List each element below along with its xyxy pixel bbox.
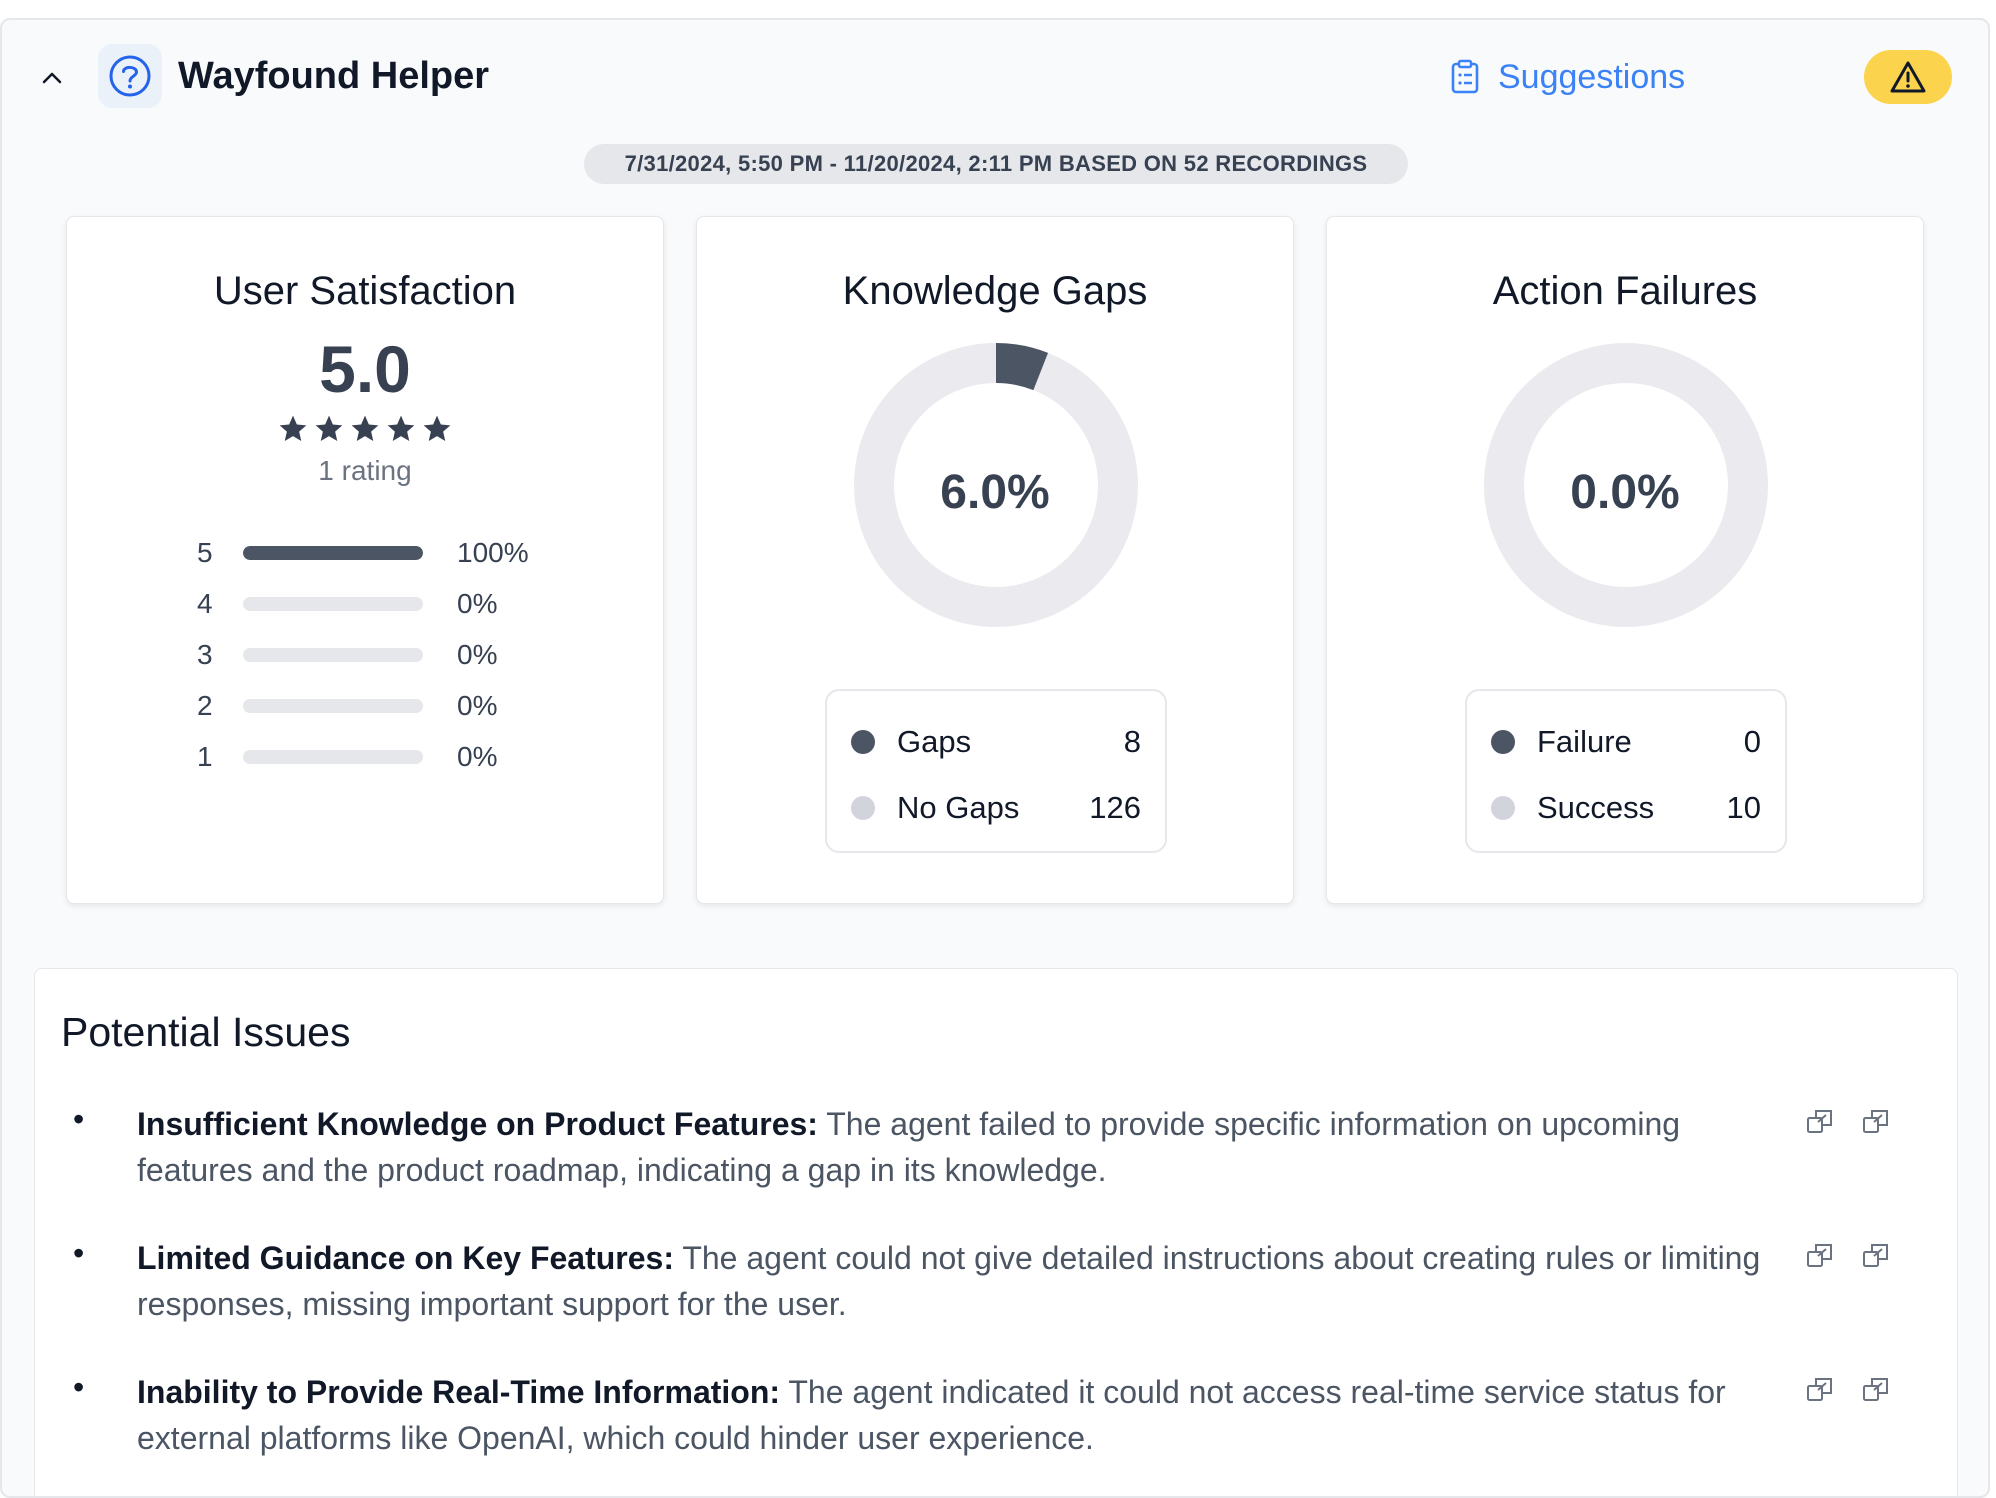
page-title: Wayfound Helper [178,55,490,97]
rating-percent: 0% [457,689,498,721]
suggestions-link[interactable]: Suggestions [1450,54,1685,100]
legend-label: Failure [1537,724,1632,759]
issue-heading: Insufficient Knowledge on Product Featur… [137,1106,818,1142]
legend-label: Success [1537,790,1655,825]
legend-label: Gaps [897,724,972,759]
legend-dot [1491,730,1515,754]
knowledge-gaps-legend: Gaps 8 No Gaps 126 [825,689,1167,853]
satisfaction-score: 5.0 [319,332,411,406]
rating-row: 3 0% [197,629,529,680]
legend-value: 0 [1743,724,1761,759]
star-icon [351,415,379,441]
legend-value: 126 [1089,790,1141,825]
warning-triangle-icon [1890,61,1926,93]
issue-text: Insufficient Knowledge on Product Featur… [137,1101,1797,1193]
legend-item-success: Success 10 [1491,775,1761,841]
open-in-window-icon[interactable] [1861,1375,1891,1405]
legend-dot [1491,796,1515,820]
rating-percent: 100% [457,536,529,568]
chevron-up-icon [42,72,62,84]
bullet: • [73,1101,85,1137]
rating-star-label: 2 [197,689,213,721]
legend-label: No Gaps [897,790,1020,825]
rating-star-label: 4 [197,587,213,619]
knowledge-gaps-card: Knowledge Gaps 6.0% Gaps 8 No Gaps 126 [696,216,1294,904]
legend-item-gaps: Gaps 8 [851,709,1141,775]
rating-star-label: 3 [197,638,213,670]
star-icon [387,415,415,441]
issue-text: Inability to Provide Real-Time Informati… [137,1369,1797,1461]
action-failures-percent: 0.0% [1570,466,1680,519]
date-range-badge: 7/31/2024, 5:50 PM - 11/20/2024, 2:11 PM… [584,144,1408,184]
section-title: Potential Issues [61,1009,351,1055]
action-failures-card: Action Failures 0.0% Failure 0 Success 1… [1326,216,1924,904]
open-in-window-icon[interactable] [1805,1375,1835,1405]
legend-value: 8 [1123,724,1141,759]
rating-percent: 0% [457,638,498,670]
issue-actions [1805,1107,1891,1137]
app-icon [98,44,162,108]
suggestions-label[interactable]: Suggestions [1498,58,1685,97]
user-satisfaction-card: User Satisfaction 5.0 1 rating 5 100% 4 … [66,216,664,904]
bullet: • [73,1369,85,1405]
rating-star-label: 5 [197,536,213,568]
issue-heading: Limited Guidance on Key Features: [137,1240,674,1276]
issue-heading: Inability to Provide Real-Time Informati… [137,1374,781,1410]
star-icon [423,415,451,441]
legend-dot [851,730,875,754]
gaps-arc [995,343,1049,391]
card-title: Action Failures [1492,269,1758,313]
open-in-window-icon[interactable] [1805,1241,1835,1271]
legend-dot [851,796,875,820]
legend-item-failure: Failure 0 [1491,709,1761,775]
agent-panel: Wayfound Helper Suggestions 7/31/2024, 5… [0,18,1990,1498]
bullet: • [73,1235,85,1271]
rating-percent: 0% [457,587,498,619]
rating-bar-fill [243,545,423,560]
panel-header: Wayfound Helper Suggestions [2,20,1988,140]
question-circle-icon [109,55,151,97]
legend-item-no-gaps: No Gaps 126 [851,775,1141,841]
card-title: User Satisfaction [213,269,517,313]
action-failures-legend: Failure 0 Success 10 [1465,689,1787,853]
issue-actions [1805,1375,1891,1405]
rating-star-label: 1 [197,740,213,772]
rating-percent: 0% [457,740,498,772]
clipboard-list-icon [1451,59,1479,94]
rating-row: 2 0% [197,680,529,731]
rating-bar [243,545,423,560]
potential-issues-panel: Potential Issues • Insufficient Knowledg… [34,968,1958,1496]
issue-text: Limited Guidance on Key Features: The ag… [137,1235,1797,1327]
collapse-button[interactable] [32,58,72,98]
rating-bar [243,596,423,611]
rating-bar [243,698,423,713]
rating-row: 5 100% [197,527,529,578]
star-icon [279,415,307,441]
legend-value: 10 [1726,790,1761,825]
rating-distribution: 5 100% 4 0% 3 0% 2 0% 1 0% [197,527,529,782]
rating-count: 1 rating [318,455,412,486]
open-in-window-icon[interactable] [1805,1107,1835,1137]
card-title: Knowledge Gaps [842,269,1148,313]
open-in-window-icon[interactable] [1861,1107,1891,1137]
rating-bar [243,647,423,662]
rating-row: 1 0% [197,731,529,782]
open-in-window-icon[interactable] [1861,1241,1891,1271]
rating-row: 4 0% [197,578,529,629]
star-icon [315,415,343,441]
knowledge-gaps-percent: 6.0% [940,466,1050,519]
star-rating [67,413,663,445]
warning-badge[interactable] [1864,50,1952,104]
issue-actions [1805,1241,1891,1271]
rating-bar [243,749,423,764]
